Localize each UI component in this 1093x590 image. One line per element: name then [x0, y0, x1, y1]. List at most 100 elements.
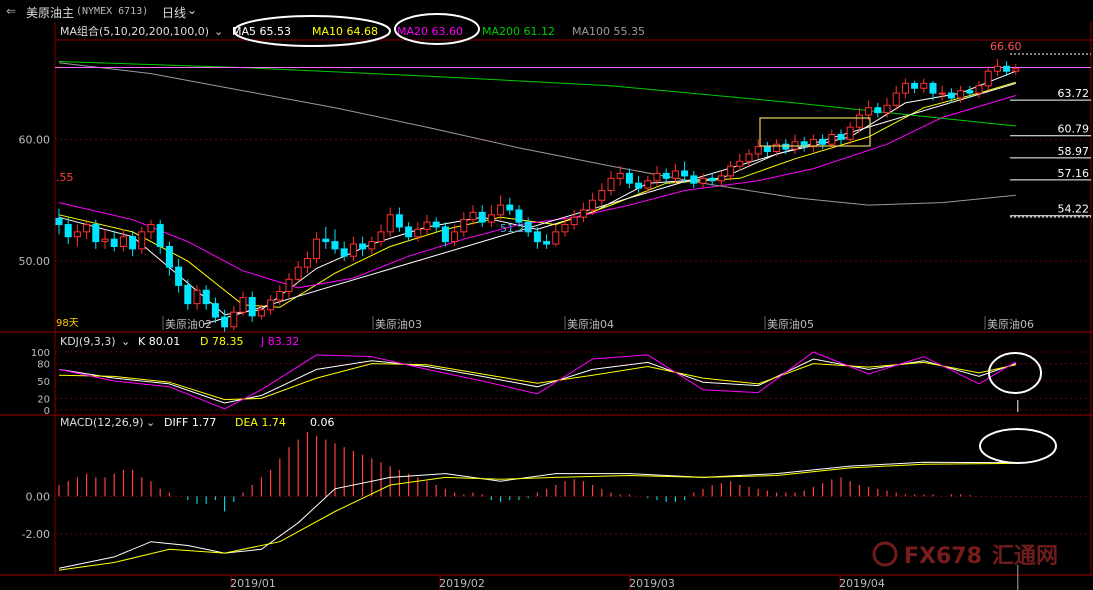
- candle-body: [469, 211, 477, 221]
- candle-body: [598, 189, 606, 201]
- candle-body: [855, 114, 863, 128]
- candle-body: [782, 143, 790, 150]
- candle-body: [717, 175, 725, 182]
- macd-hist-value: 0.06: [310, 416, 335, 429]
- macd-dropdown-icon[interactable]: ⌄: [146, 416, 155, 429]
- ma-legend: MA5 65.53 MA10 64.68 MA20 63.60 MA200 61.12…: [214, 25, 645, 38]
- candle-body: [285, 278, 293, 292]
- candle-body: [515, 209, 523, 223]
- ma-legend-ma20: MA20 63.60: [397, 25, 463, 38]
- candle-body: [993, 65, 1001, 72]
- candle-body: [901, 82, 909, 94]
- candle-body: [892, 92, 900, 106]
- candle-body: [561, 224, 569, 233]
- x-axis-label: 2019/01: [230, 577, 276, 590]
- kdj-d-value: D 78.35: [200, 335, 243, 348]
- kdj-y-tick: 0: [44, 406, 50, 417]
- candle-body: [211, 303, 219, 318]
- candle-body: [73, 231, 81, 238]
- candle-body: [911, 82, 919, 89]
- candle-body: [129, 236, 137, 250]
- candle-body: [635, 182, 643, 189]
- candle-body: [395, 214, 403, 228]
- candle-body: [386, 214, 394, 233]
- candle-body: [294, 266, 302, 280]
- candle-body: [55, 217, 63, 226]
- candle-body: [708, 177, 716, 182]
- contract-label: 美原油06: [987, 317, 1034, 331]
- candle-body: [451, 231, 459, 243]
- macd-y-tick: 0.00: [26, 490, 51, 503]
- candle-body: [533, 231, 541, 243]
- candle-body: [883, 104, 891, 114]
- candle-body: [690, 175, 698, 184]
- macd-y-tick: -2.00: [22, 528, 50, 541]
- contract-label: 美原油05: [767, 317, 814, 331]
- candle-body: [147, 224, 155, 233]
- candle-body: [414, 228, 422, 238]
- candle-body: [837, 133, 845, 140]
- candle-body: [441, 226, 449, 243]
- macd-diff-value: DIFF 1.77: [164, 416, 216, 429]
- candle-body: [552, 231, 560, 245]
- contract-label: 美原油03: [375, 317, 422, 331]
- macd-title[interactable]: MACD(12,26,9): [60, 416, 144, 429]
- candlestick-chart[interactable]: MA组合(5,10,20,200,100,0) MA5 65.53 MA10 64…: [0, 0, 1093, 590]
- x-axis-label: 2019/03: [629, 577, 675, 590]
- candle-body: [957, 90, 965, 99]
- candle-body: [1012, 68, 1020, 72]
- contract-label: 美原油04: [567, 317, 614, 331]
- kdj-title[interactable]: KDJ(9,3,3): [60, 335, 116, 348]
- macd-dea-value: DEA 1.74: [235, 416, 286, 429]
- candle-body: [543, 241, 551, 245]
- candle-body: [423, 221, 431, 230]
- candle-body: [506, 204, 514, 211]
- kdj-y-tick: 100: [31, 348, 50, 359]
- level-label: 60.79: [1058, 123, 1090, 136]
- candle-body: [202, 289, 210, 305]
- watermark-cn: 汇通网: [992, 544, 1058, 569]
- candle-body: [865, 107, 873, 116]
- candle-body: [653, 172, 661, 182]
- ma-legend-ma200: MA200 61.12: [482, 25, 555, 38]
- ma-indicator-title[interactable]: MA组合(5,10,20,200,100,0): [60, 24, 209, 38]
- candle-body: [570, 216, 578, 226]
- x-axis-label: 2019/04: [839, 577, 885, 590]
- watermark-brand: FX678: [904, 544, 982, 569]
- candle-body: [193, 289, 201, 305]
- candle-body: [64, 224, 72, 238]
- kdj-y-tick: 80: [37, 360, 50, 371]
- candle-body: [589, 199, 597, 211]
- ma-legend-ma10: MA10 64.68: [312, 25, 378, 38]
- candle-body: [239, 297, 247, 313]
- candle-body: [331, 241, 339, 250]
- candle-body: [874, 107, 882, 114]
- level-label: 58.97: [1058, 145, 1090, 158]
- ma-legend-ma5: MA5 65.53: [232, 25, 291, 38]
- candle-body: [966, 90, 974, 94]
- ma-dropdown-icon: ⌄: [214, 25, 223, 38]
- candle-body: [929, 82, 937, 94]
- candle-body: [92, 224, 100, 243]
- candle-body: [671, 170, 679, 179]
- candle-body: [368, 241, 376, 250]
- candle-body: [736, 160, 744, 167]
- low-marker: 51.23: [500, 222, 532, 235]
- candle-body: [267, 299, 275, 311]
- chart-frame: [0, 22, 1093, 590]
- ma-legend-ma100: MA100 55.35: [572, 25, 645, 38]
- candle-body: [607, 177, 615, 191]
- candle-body: [579, 209, 587, 218]
- candle-body: [984, 70, 992, 87]
- candle-body: [460, 219, 468, 233]
- kdj-dropdown-icon[interactable]: ⌄: [121, 335, 130, 348]
- candle-body: [119, 236, 127, 247]
- candle-body: [156, 224, 164, 247]
- candle-body: [322, 238, 330, 243]
- candle-body: [644, 180, 652, 189]
- candle-body: [846, 126, 854, 140]
- candle-body: [303, 258, 311, 268]
- days-label: 98天: [56, 318, 79, 329]
- candle-body: [313, 238, 321, 260]
- candle-body: [497, 204, 505, 216]
